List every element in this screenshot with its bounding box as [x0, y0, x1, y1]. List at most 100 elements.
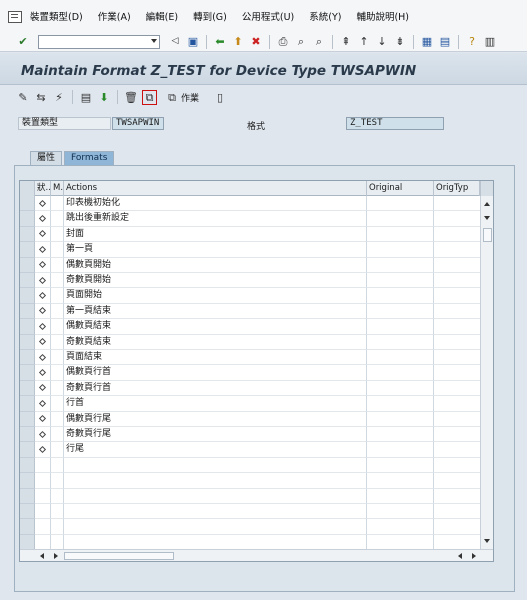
first-page-icon[interactable]: ⇞ [339, 35, 353, 49]
row-selector[interactable] [20, 242, 35, 258]
chevron-down-icon[interactable] [151, 38, 157, 43]
action-cell[interactable]: 偶數頁行尾 [64, 411, 367, 427]
table-row[interactable] [20, 457, 480, 474]
vertical-scrollbar[interactable] [480, 196, 493, 549]
scroll-left-icon[interactable] [40, 553, 44, 559]
scroll-down-icon[interactable] [484, 539, 490, 543]
print-icon[interactable]: ⎙ [276, 35, 290, 49]
action-cell[interactable]: 偶數頁行首 [64, 365, 367, 381]
action-cell[interactable] [64, 473, 367, 489]
row-selector[interactable] [20, 488, 35, 504]
action-cell[interactable]: 行首 [64, 396, 367, 412]
row-selector[interactable] [20, 504, 35, 520]
action-cell[interactable]: 第一頁結束 [64, 303, 367, 320]
table-row[interactable]: 偶數頁行尾 [20, 411, 480, 427]
transport-icon[interactable]: ⬇ [97, 90, 111, 104]
select-all-cell[interactable] [20, 181, 35, 196]
exit-icon[interactable]: ⬆ [231, 35, 245, 49]
help-icon[interactable]: ? [465, 35, 479, 49]
menu-goto[interactable]: 轉到(G) [193, 9, 227, 23]
delete-icon[interactable]: 🗑 [124, 90, 138, 104]
table-row[interactable]: 偶數頁行首 [20, 365, 480, 381]
table-row[interactable]: 印表機初始化 [20, 196, 480, 212]
row-selector[interactable] [20, 257, 35, 273]
layout-icon[interactable]: ▥ [483, 35, 497, 49]
column-header-m[interactable]: M... [51, 181, 64, 196]
copy-icon[interactable]: ⧉ [142, 89, 157, 105]
row-selector[interactable] [20, 350, 35, 366]
table-row[interactable] [20, 534, 480, 551]
scroll-down-icon[interactable] [484, 216, 490, 220]
row-selector[interactable] [20, 211, 35, 227]
menu-edit[interactable]: 編輯(E) [146, 9, 178, 23]
row-selector[interactable] [20, 288, 35, 304]
action-cell[interactable]: 奇數頁開始 [64, 273, 367, 289]
enter-icon[interactable]: ✔ [16, 35, 30, 49]
menu-help[interactable]: 輔助說明(H) [356, 9, 409, 23]
row-selector[interactable] [20, 365, 35, 381]
action-cell[interactable]: 封面 [64, 226, 367, 243]
next-page-icon[interactable]: ↓ [375, 35, 389, 49]
table-row[interactable]: 偶數頁結束 [20, 319, 480, 335]
row-selector[interactable] [20, 457, 35, 474]
display-change-icon[interactable]: ✎ [16, 90, 30, 104]
table-row[interactable]: 奇數頁行尾 [20, 427, 480, 443]
table-row[interactable]: 偶數頁開始 [20, 257, 480, 273]
row-selector[interactable] [20, 226, 35, 243]
column-header-origtyp[interactable]: OrigTyp [434, 181, 480, 196]
find-icon[interactable]: ⌕ [294, 35, 308, 49]
command-field[interactable] [38, 34, 160, 49]
table-row[interactable]: 頁面開始 [20, 288, 480, 304]
cancel-icon[interactable]: ✖ [249, 35, 263, 49]
row-selector[interactable] [20, 442, 35, 458]
collapse-icon[interactable]: ◁ [168, 35, 182, 49]
action-cell[interactable]: 第一頁 [64, 242, 367, 258]
action-cell[interactable]: 跳出後重新設定 [64, 211, 367, 227]
table-row[interactable] [20, 519, 480, 535]
last-page-icon[interactable]: ⇟ [393, 35, 407, 49]
menu-action[interactable]: 作業(A) [98, 9, 131, 23]
column-header-original[interactable]: Original [367, 181, 434, 196]
column-header-status[interactable]: 狀... [35, 181, 51, 196]
tab-attributes[interactable]: 屬性 [30, 151, 63, 165]
row-selector[interactable] [20, 411, 35, 427]
activate-icon[interactable]: ⚡ [52, 90, 66, 104]
table-row[interactable]: 奇數頁結束 [20, 334, 480, 350]
row-selector[interactable] [20, 534, 35, 551]
copy-action-button[interactable]: ⧉ 作業 [163, 90, 199, 104]
row-selector[interactable] [20, 380, 35, 397]
action-cell[interactable]: 頁面開始 [64, 288, 367, 304]
row-selector[interactable] [20, 196, 35, 212]
other-object-icon[interactable]: ⇆ [34, 90, 48, 104]
table-row[interactable]: 行首 [20, 396, 480, 412]
table-row[interactable] [20, 473, 480, 489]
scroll-left-icon[interactable] [458, 553, 462, 559]
table-row[interactable]: 第一頁 [20, 242, 480, 258]
row-selector[interactable] [20, 319, 35, 335]
action-cell[interactable] [64, 534, 367, 551]
row-selector[interactable] [20, 303, 35, 320]
menu-utilities[interactable]: 公用程式(U) [242, 9, 294, 23]
scroll-right-icon[interactable] [54, 553, 58, 559]
tab-formats[interactable]: Formats [64, 151, 115, 165]
table-row[interactable]: 跳出後重新設定 [20, 211, 480, 227]
horizontal-scroll-thumb[interactable] [64, 552, 174, 560]
action-cell[interactable] [64, 457, 367, 474]
action-cell[interactable]: 奇數頁行首 [64, 380, 367, 397]
row-selector[interactable] [20, 427, 35, 443]
horizontal-scrollbar[interactable] [20, 549, 493, 561]
shortcut-icon[interactable]: ▤ [438, 35, 452, 49]
table-row[interactable]: 頁面結束 [20, 350, 480, 366]
prev-page-icon[interactable]: ↑ [357, 35, 371, 49]
device-type-value[interactable]: TWSAPWIN [112, 117, 164, 130]
column-header-actions[interactable]: Actions [64, 181, 367, 196]
action-cell[interactable]: 偶數頁開始 [64, 257, 367, 273]
row-selector[interactable] [20, 334, 35, 350]
menu-system-icon[interactable] [8, 10, 22, 23]
format-value[interactable]: Z_TEST [346, 117, 444, 130]
scroll-up-icon[interactable] [484, 202, 490, 206]
table-row[interactable] [20, 504, 480, 520]
back-icon[interactable]: ⬅ [213, 35, 227, 49]
save-icon[interactable]: ▣ [186, 35, 200, 49]
table-row[interactable] [20, 488, 480, 504]
